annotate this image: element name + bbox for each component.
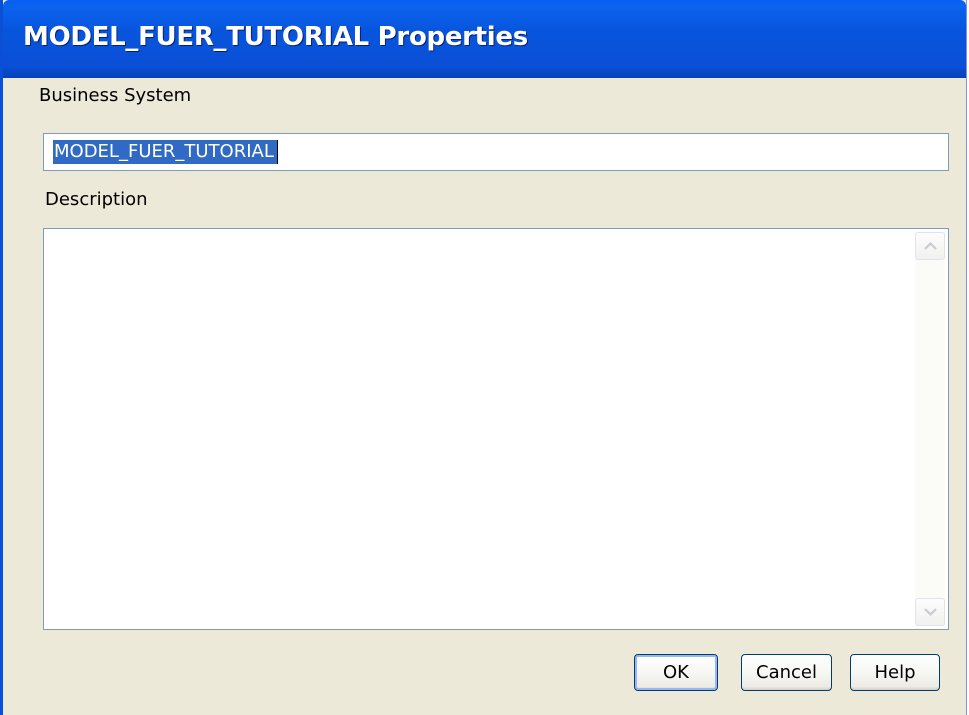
business-system-value: MODEL_FUER_TUTORIAL [53, 140, 277, 164]
description-label: Description [45, 189, 148, 210]
properties-dialog: MODEL_FUER_TUTORIAL Properties Business … [0, 0, 967, 715]
cancel-button[interactable]: Cancel [741, 654, 832, 691]
description-scrollbar[interactable] [915, 232, 945, 626]
chevron-down-icon [924, 608, 937, 617]
ok-button[interactable]: OK [634, 654, 718, 691]
chevron-up-icon [924, 241, 937, 250]
help-button[interactable]: Help [850, 654, 940, 691]
business-system-input[interactable]: MODEL_FUER_TUTORIAL [43, 133, 949, 171]
description-textarea[interactable] [43, 228, 949, 630]
title-bar[interactable]: MODEL_FUER_TUTORIAL Properties [3, 0, 966, 78]
scroll-up-button[interactable] [915, 232, 945, 260]
text-caret [277, 140, 278, 164]
business-system-label: Business System [39, 85, 192, 106]
window-title: MODEL_FUER_TUTORIAL Properties [23, 22, 528, 52]
scroll-down-button[interactable] [915, 598, 945, 626]
